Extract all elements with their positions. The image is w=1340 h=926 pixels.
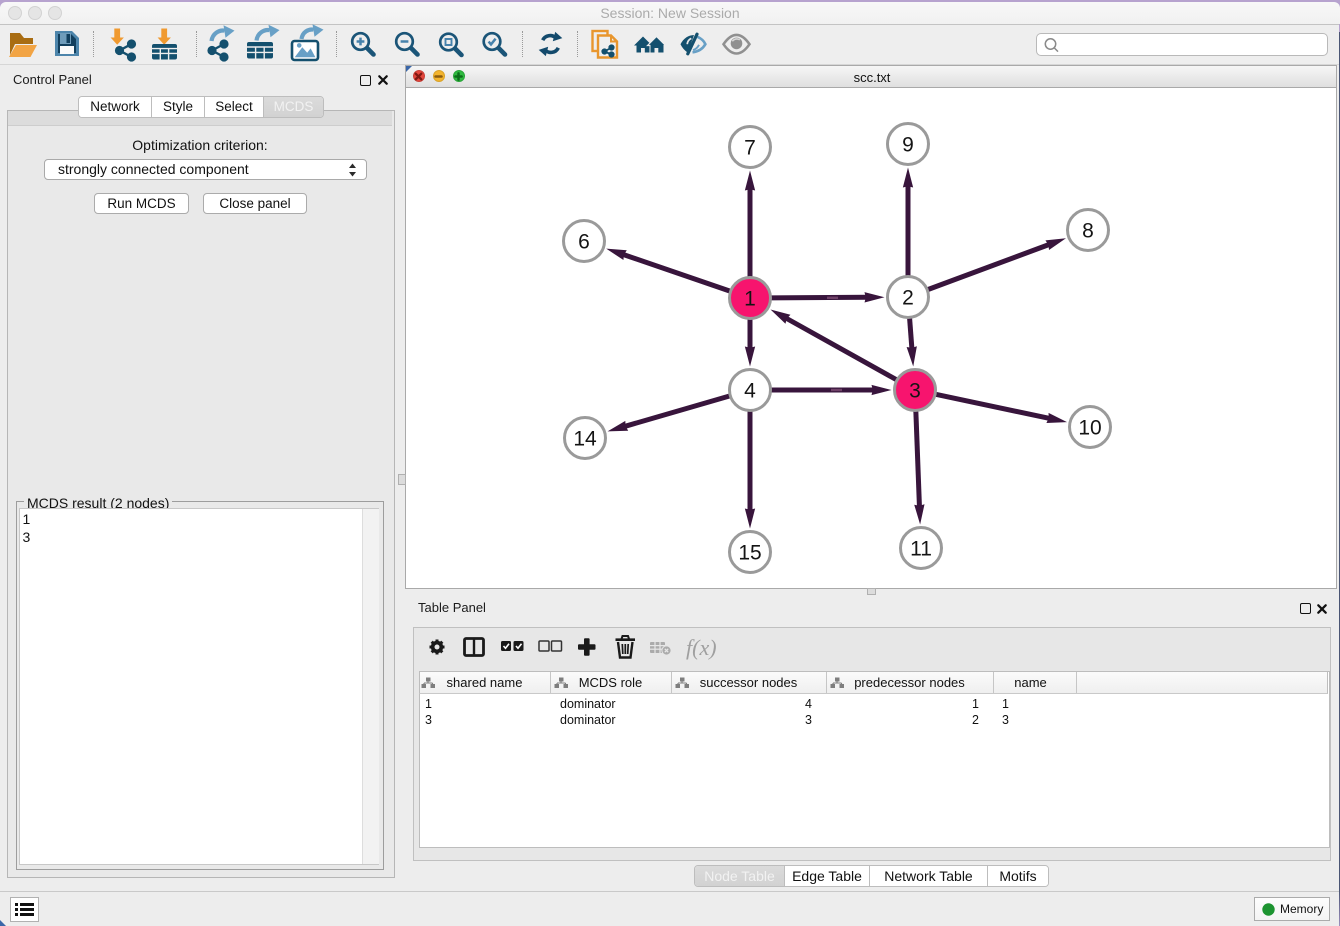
svg-text:3: 3 bbox=[909, 380, 921, 403]
svg-text:2: 2 bbox=[902, 287, 914, 310]
svg-text:15: 15 bbox=[738, 542, 761, 565]
svg-text:10: 10 bbox=[1078, 417, 1101, 440]
svg-text:6: 6 bbox=[578, 231, 590, 254]
svg-text:11: 11 bbox=[910, 538, 932, 561]
svg-text:9: 9 bbox=[902, 134, 914, 157]
svg-text:14: 14 bbox=[573, 428, 597, 451]
svg-text:f(x): f(x) bbox=[686, 635, 717, 660]
svg-text:7: 7 bbox=[744, 137, 756, 160]
svg-text:4: 4 bbox=[744, 380, 756, 403]
svg-text:8: 8 bbox=[1082, 220, 1094, 243]
svg-text:1: 1 bbox=[744, 288, 756, 311]
